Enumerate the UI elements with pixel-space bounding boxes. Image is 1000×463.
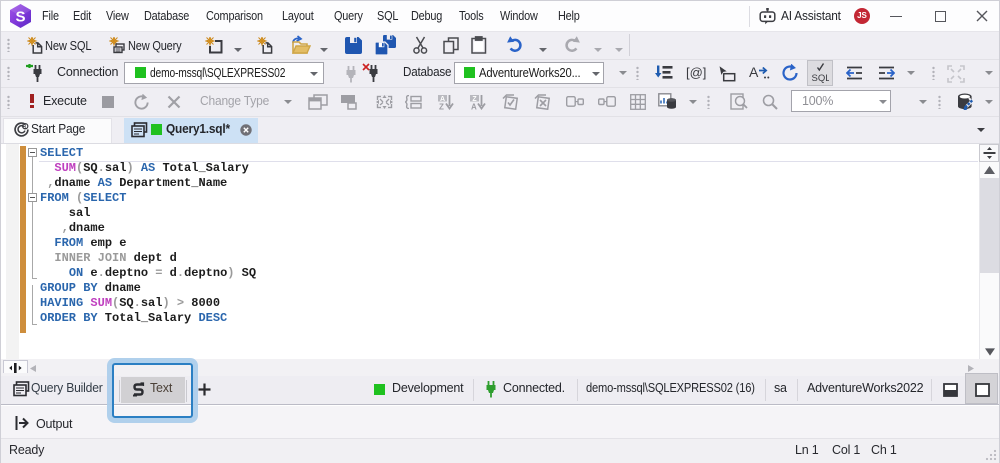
svg-text:Z: Z — [439, 103, 444, 111]
svg-text:S: S — [15, 9, 25, 26]
svg-text:SQL: SQL — [812, 73, 830, 84]
svg-text:A: A — [471, 103, 477, 111]
